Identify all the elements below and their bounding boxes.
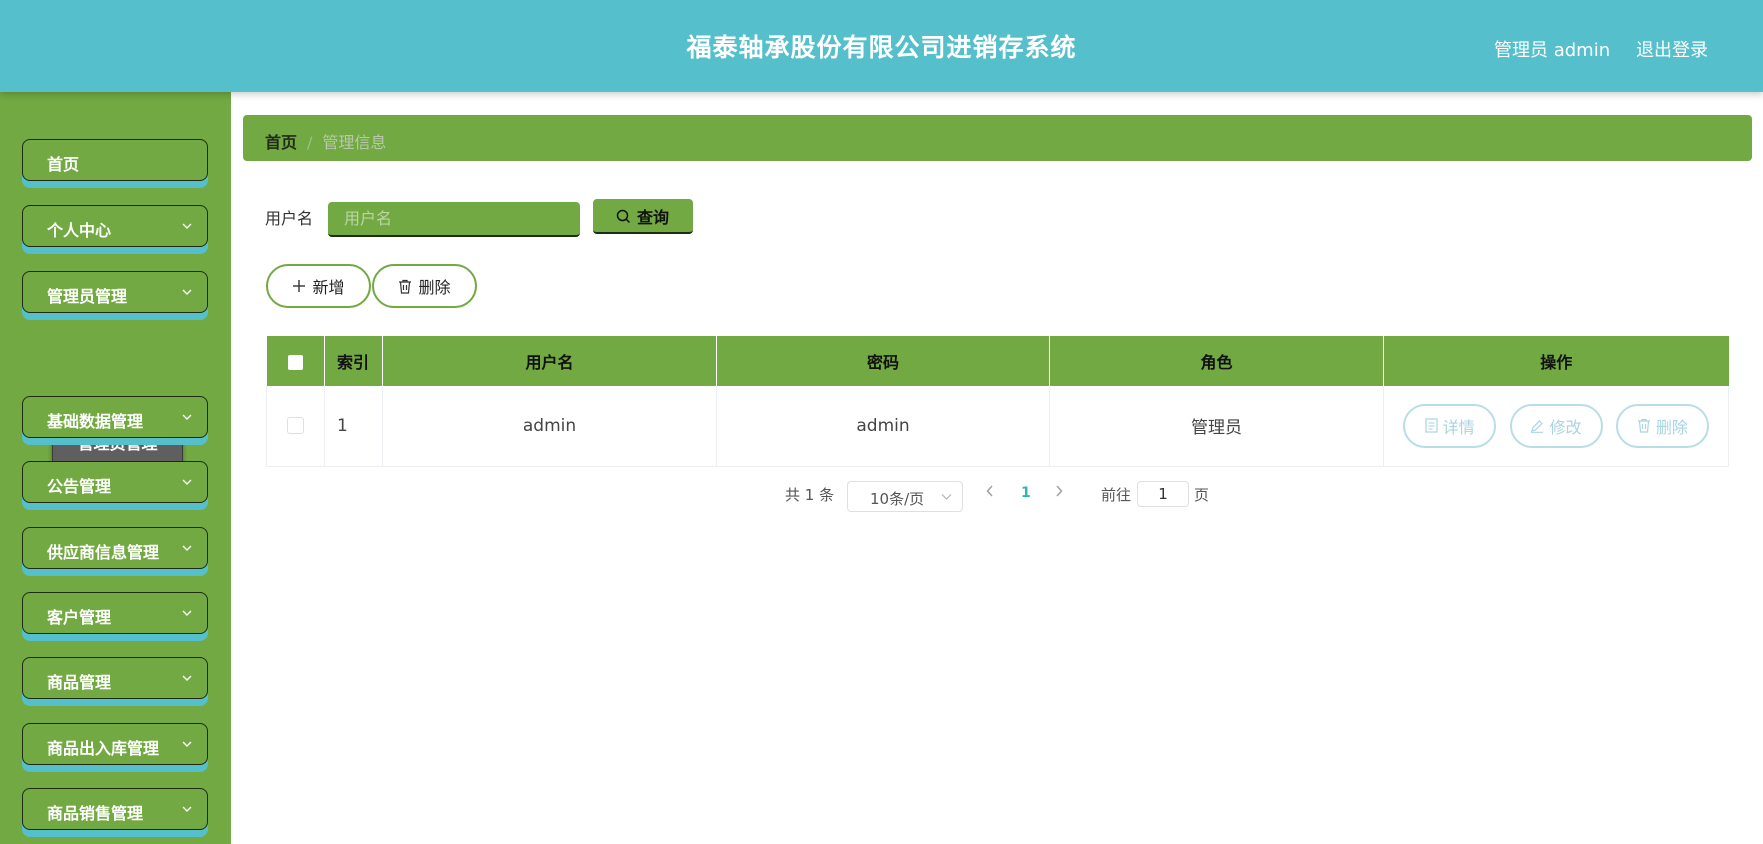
detail-button[interactable]: 详情 (1403, 403, 1497, 448)
sidebar-item-label: 供应商信息管理 (47, 543, 160, 562)
column-header-actions: 操作 (1383, 336, 1729, 386)
cell-username: admin (382, 386, 717, 467)
breadcrumb-current: 管理信息 (322, 133, 387, 152)
chevron-down-icon (182, 675, 192, 681)
search-button-label: 查询 (637, 207, 670, 227)
row-select-cell (266, 386, 325, 467)
chevron-down-icon (182, 289, 192, 295)
column-header-role: 角色 (1049, 336, 1384, 386)
cell-index: 1 (324, 386, 383, 467)
sidebar-item-announcements[interactable]: 公告管理 (22, 461, 208, 503)
column-header-username: 用户名 (382, 336, 717, 386)
row-delete-button[interactable]: 删除 (1615, 403, 1709, 448)
add-button[interactable]: 新增 (266, 264, 371, 308)
chevron-down-icon (182, 545, 192, 551)
logout-link[interactable]: 退出登录 (1636, 36, 1708, 62)
breadcrumb-separator: / (307, 133, 313, 152)
sidebar-item-label: 个人中心 (47, 221, 112, 240)
row-checkbox[interactable] (287, 417, 304, 435)
page-size-value: 10条/页 (870, 490, 925, 508)
top-header: 福泰轴承股份有限公司进销存系统 管理员 admin 退出登录 (0, 0, 1763, 92)
breadcrumb: 首页 / 管理信息 (243, 115, 1752, 161)
detail-button-label: 详情 (1442, 417, 1475, 437)
edit-button[interactable]: 修改 (1509, 403, 1603, 448)
table-header-row: 索引 用户名 密码 角色 操作 (266, 336, 1729, 386)
sidebar-item-admin-management[interactable]: 管理员管理 (22, 271, 208, 313)
sidebar-item-customers[interactable]: 客户管理 (22, 592, 208, 634)
document-icon (1424, 418, 1438, 433)
breadcrumb-home[interactable]: 首页 (265, 133, 297, 152)
goto-page-input[interactable] (1137, 481, 1189, 507)
sidebar-item-basic-data[interactable]: 基础数据管理 (22, 396, 208, 438)
sidebar-item-personal-center[interactable]: 个人中心 (22, 205, 208, 247)
trash-icon (1637, 419, 1650, 433)
sidebar-item-suppliers[interactable]: 供应商信息管理 (22, 527, 208, 569)
search-icon (616, 209, 631, 224)
sidebar-item-label: 公告管理 (47, 477, 112, 496)
sidebar-item-stock-inout[interactable]: 商品出入库管理 (22, 723, 208, 765)
search-button[interactable]: 查询 (593, 199, 693, 234)
search-label: 用户名 (265, 209, 314, 228)
sidebar-item-label: 基础数据管理 (47, 412, 144, 431)
sidebar-item-home[interactable]: 首页 (22, 139, 208, 181)
chevron-down-icon (941, 494, 952, 500)
add-button-label: 新增 (312, 278, 345, 297)
cell-role: 管理员 (1049, 386, 1384, 467)
sidebar-item-label: 商品出入库管理 (47, 739, 160, 758)
chevron-down-icon (182, 223, 192, 229)
batch-delete-button-label: 删除 (418, 278, 451, 297)
select-all-checkbox[interactable] (287, 354, 303, 370)
current-user: 管理员 admin (1494, 40, 1611, 61)
chevron-down-icon (182, 414, 192, 420)
username-search-input[interactable] (328, 202, 580, 237)
pagination-total: 共 1 条 (785, 486, 835, 504)
batch-delete-button[interactable]: 删除 (372, 264, 477, 308)
admin-table: 索引 用户名 密码 角色 操作 1 admin admin 管理员 详情 修改 … (266, 336, 1729, 467)
sidebar-item-label: 客户管理 (47, 608, 112, 627)
trash-icon (399, 279, 412, 294)
table-row: 1 admin admin 管理员 详情 修改 删除 (266, 386, 1729, 467)
row-delete-button-label: 删除 (1655, 417, 1688, 437)
chevron-down-icon (182, 741, 192, 747)
sidebar-item-label: 首页 (47, 155, 80, 174)
sidebar-item-label: 商品管理 (47, 673, 112, 692)
column-header-password: 密码 (716, 336, 1050, 386)
sidebar-item-label: 管理员管理 (47, 287, 128, 306)
page-number-current[interactable]: 1 (1021, 485, 1031, 501)
chevron-down-icon (182, 479, 192, 485)
page-size-select[interactable]: 10条/页 (847, 481, 963, 512)
sidebar-item-sales[interactable]: 商品销售管理 (22, 788, 208, 830)
chevron-down-icon (182, 806, 192, 812)
sidebar-item-label: 商品销售管理 (47, 804, 144, 823)
goto-label: 前往 (1101, 486, 1132, 504)
page-unit-label: 页 (1194, 486, 1210, 504)
edit-button-label: 修改 (1549, 417, 1582, 437)
select-all-cell (266, 336, 325, 386)
cell-password: admin (716, 386, 1050, 467)
cell-actions: 详情 修改 删除 (1383, 386, 1729, 467)
pencil-icon (1531, 419, 1544, 433)
next-page-icon[interactable] (1054, 484, 1064, 498)
prev-page-icon[interactable] (985, 484, 995, 498)
sidebar-item-products[interactable]: 商品管理 (22, 657, 208, 699)
plus-icon (293, 280, 306, 292)
column-header-index: 索引 (324, 336, 383, 386)
chevron-down-icon (182, 610, 192, 616)
sidebar: 首页 个人中心 管理员管理 管理员管理 基础数据管理 公告管理 供应商信息管理 … (0, 92, 231, 844)
